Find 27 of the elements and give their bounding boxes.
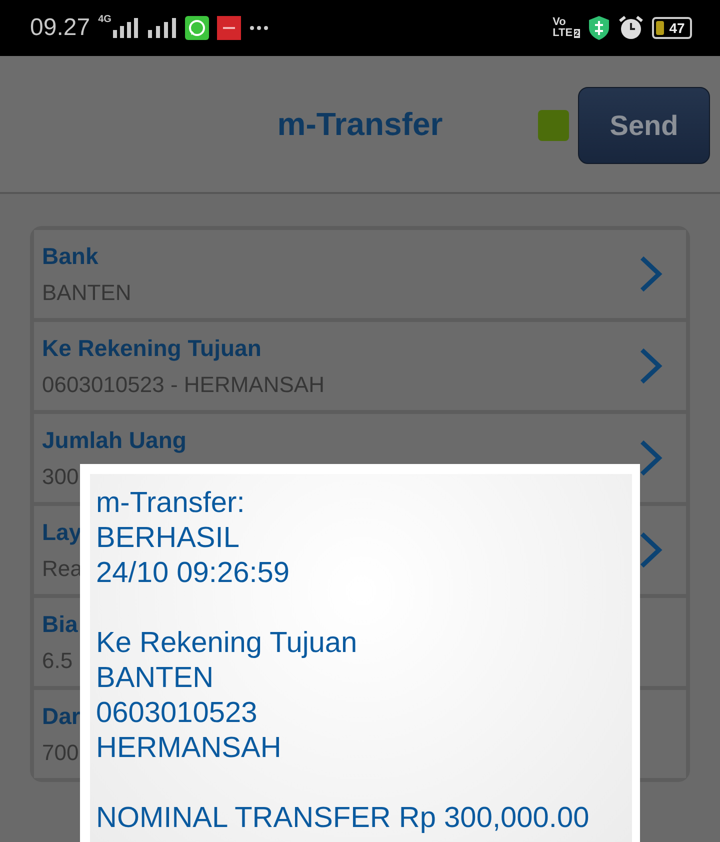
field-label: Bank bbox=[42, 242, 98, 270]
clock-time: 09.27 bbox=[30, 14, 90, 42]
message-line: Ke Rekening Tujuan bbox=[96, 626, 358, 661]
message-line: HERMANSAH bbox=[96, 731, 282, 766]
field-label: Bia bbox=[42, 610, 78, 638]
screen-title: m-Transfer bbox=[276, 106, 444, 142]
alarm-icon bbox=[618, 15, 644, 41]
network-type: 4G bbox=[98, 14, 112, 25]
message-line: BANTEN bbox=[96, 661, 215, 696]
signal-icon bbox=[113, 18, 140, 38]
more-icon bbox=[249, 25, 270, 31]
field-label: Ke Rekening Tujuan bbox=[42, 334, 262, 362]
volte-label: Vo LTE 2 bbox=[552, 17, 580, 39]
send-button[interactable]: Send bbox=[578, 87, 710, 164]
message-line: 0603010523 bbox=[96, 696, 258, 731]
message-line: BERHASIL bbox=[96, 521, 240, 556]
app-icon bbox=[217, 16, 242, 40]
signal-icon bbox=[147, 18, 178, 38]
field-label: Jumlah Uang bbox=[42, 426, 186, 454]
message-line: 24/10 09:26:59 bbox=[96, 556, 291, 591]
chat-app-icon bbox=[185, 16, 210, 40]
battery-indicator: 47 bbox=[652, 17, 692, 39]
field-label: Dar bbox=[42, 702, 80, 730]
shield-icon bbox=[588, 15, 610, 41]
status-indicator bbox=[538, 110, 569, 141]
message-line: NOMINAL TRANSFER Rp 300,000.00 bbox=[96, 801, 590, 836]
field-label: Lay bbox=[42, 518, 82, 546]
